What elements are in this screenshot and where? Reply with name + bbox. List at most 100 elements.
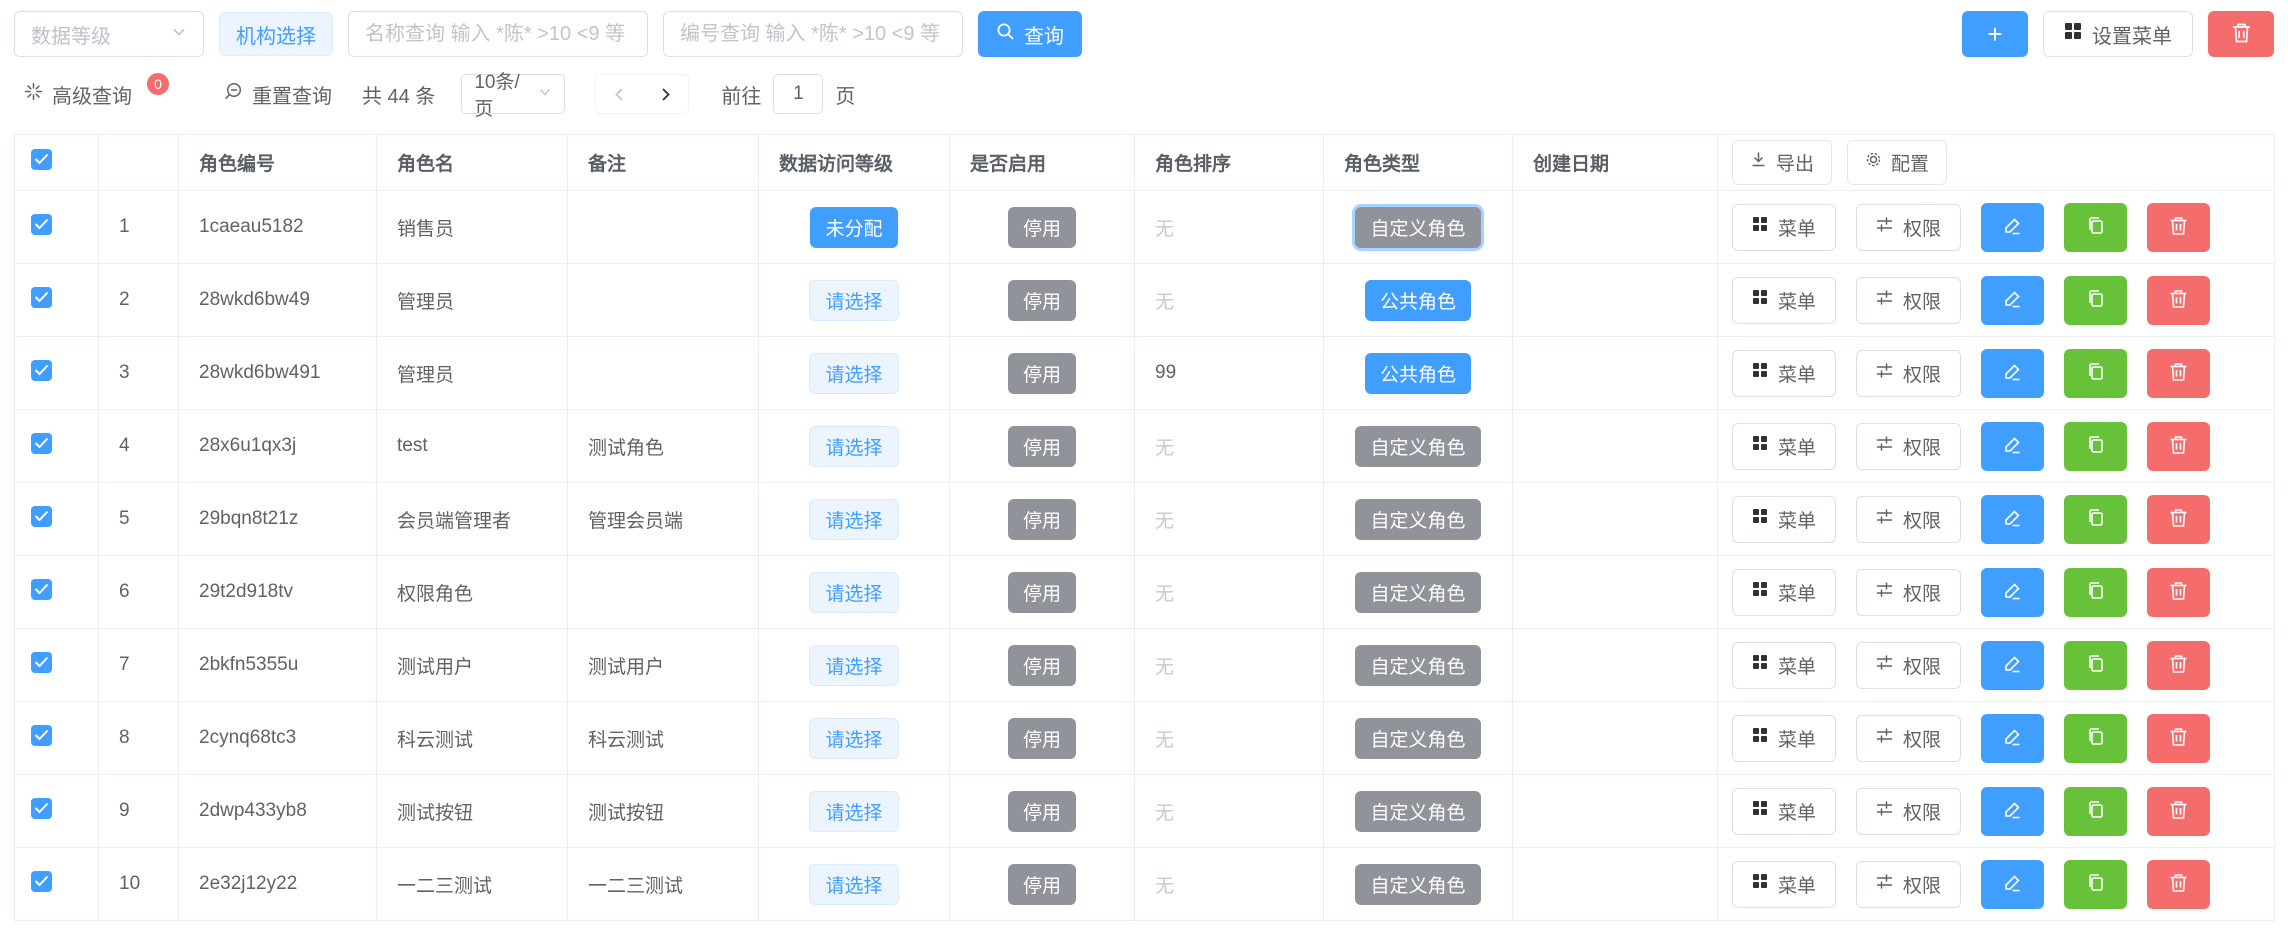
role-type-tag[interactable]: 公共角色 bbox=[1365, 280, 1471, 321]
row-checkbox[interactable] bbox=[31, 214, 52, 235]
edit-button[interactable] bbox=[1981, 787, 2044, 836]
edit-button[interactable] bbox=[1981, 349, 2044, 398]
menu-button[interactable]: 菜单 bbox=[1732, 788, 1836, 835]
access-level-button[interactable]: 请选择 bbox=[809, 353, 898, 394]
advanced-query-button[interactable]: 高级查询 0 bbox=[24, 80, 171, 109]
copy-button[interactable] bbox=[2064, 203, 2127, 252]
role-type-tag[interactable]: 公共角色 bbox=[1365, 353, 1471, 394]
delete-button[interactable] bbox=[2147, 714, 2210, 763]
row-checkbox[interactable] bbox=[31, 798, 52, 819]
row-checkbox[interactable] bbox=[31, 433, 52, 454]
enabled-button[interactable]: 停用 bbox=[1008, 718, 1076, 759]
next-page-button[interactable] bbox=[642, 75, 688, 113]
permission-button[interactable]: 权限 bbox=[1856, 423, 1961, 470]
edit-button[interactable] bbox=[1981, 422, 2044, 471]
copy-button[interactable] bbox=[2064, 641, 2127, 690]
name-search-input[interactable] bbox=[348, 11, 648, 57]
enabled-button[interactable]: 停用 bbox=[1008, 207, 1076, 248]
role-type-tag[interactable]: 自定义角色 bbox=[1355, 426, 1480, 467]
delete-button[interactable] bbox=[2147, 276, 2210, 325]
config-button[interactable]: 配置 bbox=[1847, 140, 1947, 185]
copy-button[interactable] bbox=[2064, 714, 2127, 763]
menu-button[interactable]: 菜单 bbox=[1732, 861, 1836, 908]
enabled-button[interactable]: 停用 bbox=[1008, 864, 1076, 905]
role-type-tag[interactable]: 自定义角色 bbox=[1355, 645, 1480, 686]
access-level-button[interactable]: 请选择 bbox=[809, 718, 898, 759]
reset-query-button[interactable]: 重置查询 bbox=[223, 80, 332, 109]
enabled-button[interactable]: 停用 bbox=[1008, 791, 1076, 832]
menu-button[interactable]: 菜单 bbox=[1732, 715, 1836, 762]
delete-button[interactable] bbox=[2147, 203, 2210, 252]
menu-button[interactable]: 菜单 bbox=[1732, 496, 1836, 543]
copy-button[interactable] bbox=[2064, 787, 2127, 836]
menu-button[interactable]: 菜单 bbox=[1732, 277, 1836, 324]
menu-button[interactable]: 菜单 bbox=[1732, 569, 1836, 616]
permission-button[interactable]: 权限 bbox=[1856, 350, 1961, 397]
access-level-button[interactable]: 请选择 bbox=[809, 791, 898, 832]
permission-button[interactable]: 权限 bbox=[1856, 642, 1961, 689]
prev-page-button[interactable] bbox=[596, 75, 642, 113]
enabled-button[interactable]: 停用 bbox=[1008, 499, 1076, 540]
permission-button[interactable]: 权限 bbox=[1856, 715, 1961, 762]
row-checkbox[interactable] bbox=[31, 871, 52, 892]
row-checkbox[interactable] bbox=[31, 287, 52, 308]
access-level-button[interactable]: 请选择 bbox=[809, 572, 898, 613]
edit-button[interactable] bbox=[1981, 276, 2044, 325]
access-level-button[interactable]: 请选择 bbox=[809, 426, 898, 467]
enabled-button[interactable]: 停用 bbox=[1008, 645, 1076, 686]
copy-button[interactable] bbox=[2064, 568, 2127, 617]
enabled-button[interactable]: 停用 bbox=[1008, 280, 1076, 321]
page-size-select[interactable]: 10条/页 bbox=[461, 74, 565, 114]
code-search-input[interactable] bbox=[663, 11, 963, 57]
enabled-button[interactable]: 停用 bbox=[1008, 353, 1076, 394]
edit-button[interactable] bbox=[1981, 714, 2044, 763]
role-type-tag[interactable]: 自定义角色 bbox=[1355, 791, 1480, 832]
permission-button[interactable]: 权限 bbox=[1856, 204, 1961, 251]
menu-button[interactable]: 菜单 bbox=[1732, 350, 1836, 397]
row-checkbox[interactable] bbox=[31, 725, 52, 746]
edit-button[interactable] bbox=[1981, 860, 2044, 909]
copy-button[interactable] bbox=[2064, 495, 2127, 544]
batch-delete-button[interactable] bbox=[2208, 11, 2274, 57]
delete-button[interactable] bbox=[2147, 349, 2210, 398]
copy-button[interactable] bbox=[2064, 860, 2127, 909]
org-select-button[interactable]: 机构选择 bbox=[219, 12, 333, 56]
access-level-button[interactable]: 请选择 bbox=[809, 280, 898, 321]
role-type-tag[interactable]: 自定义角色 bbox=[1355, 499, 1480, 540]
delete-button[interactable] bbox=[2147, 422, 2210, 471]
row-checkbox[interactable] bbox=[31, 506, 52, 527]
row-checkbox[interactable] bbox=[31, 652, 52, 673]
delete-button[interactable] bbox=[2147, 495, 2210, 544]
enabled-button[interactable]: 停用 bbox=[1008, 572, 1076, 613]
role-type-tag[interactable]: 自定义角色 bbox=[1355, 572, 1480, 613]
delete-button[interactable] bbox=[2147, 568, 2210, 617]
query-button[interactable]: 查询 bbox=[978, 11, 1082, 57]
export-button[interactable]: 导出 bbox=[1732, 140, 1832, 185]
menu-setup-button[interactable]: 设置菜单 bbox=[2043, 11, 2193, 57]
access-level-button[interactable]: 请选择 bbox=[809, 499, 898, 540]
row-checkbox[interactable] bbox=[31, 360, 52, 381]
copy-button[interactable] bbox=[2064, 422, 2127, 471]
delete-button[interactable] bbox=[2147, 860, 2210, 909]
edit-button[interactable] bbox=[1981, 203, 2044, 252]
edit-button[interactable] bbox=[1981, 568, 2044, 617]
permission-button[interactable]: 权限 bbox=[1856, 861, 1961, 908]
menu-button[interactable]: 菜单 bbox=[1732, 423, 1836, 470]
enabled-button[interactable]: 停用 bbox=[1008, 426, 1076, 467]
edit-button[interactable] bbox=[1981, 495, 2044, 544]
access-level-button[interactable]: 请选择 bbox=[809, 645, 898, 686]
copy-button[interactable] bbox=[2064, 349, 2127, 398]
goto-page-input[interactable] bbox=[773, 74, 823, 114]
role-type-tag[interactable]: 自定义角色 bbox=[1355, 718, 1480, 759]
select-all-checkbox[interactable] bbox=[31, 149, 52, 170]
permission-button[interactable]: 权限 bbox=[1856, 569, 1961, 616]
menu-button[interactable]: 菜单 bbox=[1732, 204, 1836, 251]
add-button[interactable]: + bbox=[1962, 11, 2028, 57]
access-level-button[interactable]: 未分配 bbox=[810, 207, 897, 248]
copy-button[interactable] bbox=[2064, 276, 2127, 325]
role-type-tag[interactable]: 自定义角色 bbox=[1355, 864, 1480, 905]
role-type-tag[interactable]: 自定义角色 bbox=[1355, 207, 1480, 248]
menu-button[interactable]: 菜单 bbox=[1732, 642, 1836, 689]
delete-button[interactable] bbox=[2147, 641, 2210, 690]
edit-button[interactable] bbox=[1981, 641, 2044, 690]
